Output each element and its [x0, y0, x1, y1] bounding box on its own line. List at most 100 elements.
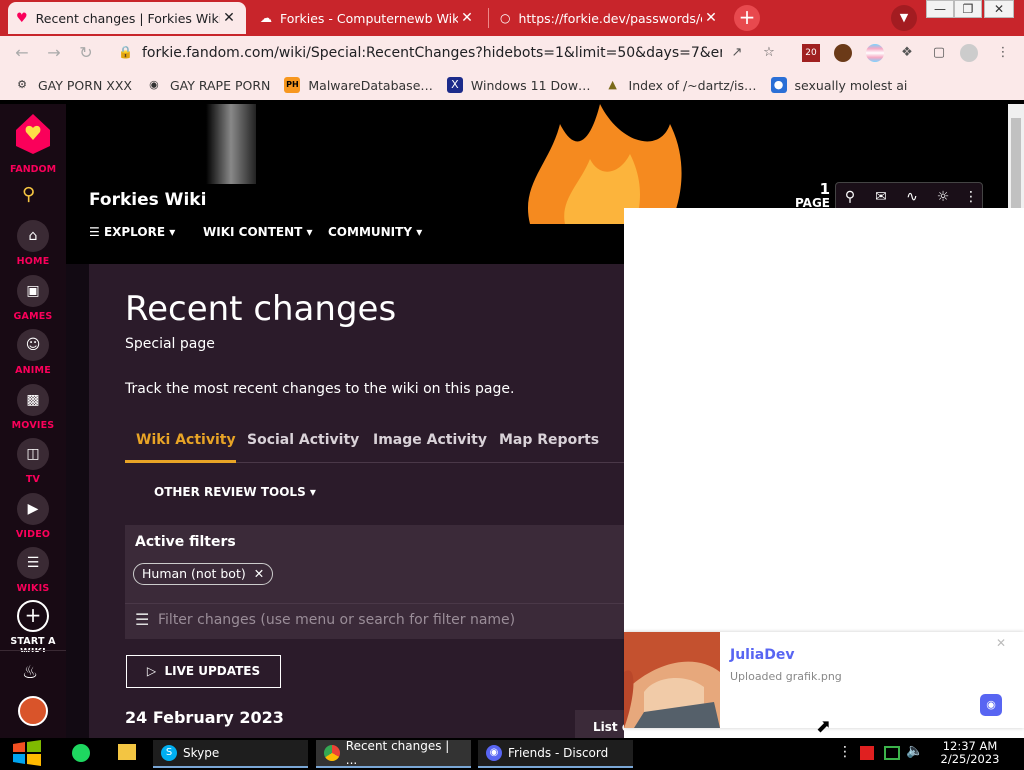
tab-passwords[interactable]: ○ https://forkie.dev/passwords/d ✕: [492, 2, 728, 34]
review-tools-dropdown[interactable]: OTHER REVIEW TOOLS ▾: [154, 485, 316, 499]
nav-label: EXPLORE: [103, 225, 166, 239]
tab-image-activity[interactable]: Image Activity: [373, 432, 487, 448]
extension-avatar-icon[interactable]: [834, 44, 852, 62]
spotify-icon[interactable]: [72, 744, 90, 762]
bookmark-item[interactable]: X Windows 11 Dow…: [446, 77, 591, 93]
discussions-icon[interactable]: ✉: [870, 186, 892, 208]
close-icon[interactable]: ✕: [996, 636, 1006, 650]
rail-item-home[interactable]: ⌂ HOME: [0, 220, 66, 267]
extension-badge: 20: [805, 48, 817, 58]
notification-author: JuliaDev: [730, 647, 795, 663]
live-updates-button[interactable]: ▷ LIVE UPDATES: [126, 655, 281, 688]
active-tab-indicator: [125, 460, 236, 463]
fandom-icon: ♥: [16, 10, 28, 26]
nav-wiki-content[interactable]: WIKI CONTENT ▾: [203, 225, 313, 239]
rail-item-anime[interactable]: ☺ ANIME: [0, 329, 66, 376]
bookmark-item[interactable]: PH MalwareDatabase…: [284, 77, 433, 93]
search-icon[interactable]: ⚲: [22, 184, 35, 205]
close-icon[interactable]: ✕: [220, 10, 238, 26]
volume-icon[interactable]: 🔈: [906, 743, 923, 759]
rail-divider: [0, 650, 66, 651]
ph-icon: PH: [284, 77, 301, 93]
reload-button[interactable]: ↻: [76, 44, 96, 62]
search-icon[interactable]: ⚲: [839, 186, 861, 208]
bookmarks-bar: ⚙ GAY PORN XXX ◉ GAY RAPE PORN PH MalwareDa…: [0, 70, 1024, 100]
rail-item-games[interactable]: ▣ GAMES: [0, 275, 66, 322]
start-button[interactable]: [10, 740, 44, 766]
network-icon[interactable]: [884, 746, 900, 760]
extension-icon[interactable]: 20: [802, 44, 820, 62]
flag-icon[interactable]: [860, 746, 874, 760]
avatar[interactable]: [18, 696, 48, 726]
nav-explore[interactable]: ☰ EXPLORE ▾: [89, 225, 175, 239]
discord-icon: ◉: [486, 745, 502, 761]
bookmark-label: Index of /~dartz/is…: [628, 77, 757, 93]
filter-search-input[interactable]: Filter changes (use menu or search for f…: [158, 612, 515, 628]
home-icon: ⌂: [17, 220, 49, 252]
close-icon[interactable]: ✕: [254, 566, 264, 581]
rail-item-video[interactable]: ▶ VIDEO: [0, 493, 66, 540]
profile-icon[interactable]: [960, 44, 978, 62]
wiki-title[interactable]: Forkies Wiki: [89, 190, 206, 210]
filter-chip[interactable]: Human (not bot) ✕: [133, 563, 274, 585]
forward-button[interactable]: →: [44, 44, 64, 62]
close-icon[interactable]: ✕: [458, 10, 476, 26]
bookmark-item[interactable]: ◉ GAY RAPE PORN: [146, 77, 270, 93]
rail-label: GAMES: [13, 311, 53, 322]
bookmark-label: MalwareDatabase…: [308, 77, 433, 93]
close-icon[interactable]: ✕: [702, 10, 720, 26]
lock-icon[interactable]: 🔒: [118, 45, 133, 59]
minimize-button[interactable]: —: [926, 0, 954, 18]
more-icon[interactable]: ⋮: [960, 186, 982, 208]
notification-message: Uploaded grafik.png: [730, 670, 842, 683]
gear-icon: ⚙: [17, 78, 27, 91]
rail-item-wikis[interactable]: ☰ WIKIS: [0, 547, 66, 594]
fandom-logo[interactable]: [14, 112, 52, 156]
tab-recent-changes[interactable]: ♥ Recent changes | Forkies Wiki ✕: [8, 2, 246, 34]
share-icon[interactable]: ↗: [728, 44, 746, 62]
theme-icon[interactable]: ☼: [932, 186, 954, 208]
tab-computernewb[interactable]: ☁ Forkies - Computernewb Wiki ✕: [252, 2, 484, 34]
x-icon: X: [446, 77, 463, 93]
url-text[interactable]: forkie.fandom.com/wiki/Special:RecentCha…: [142, 43, 722, 63]
tab-wiki-activity[interactable]: Wiki Activity: [136, 432, 236, 448]
gamepad-icon: ▣: [17, 275, 49, 307]
chevron-down-icon: ▾: [306, 225, 313, 239]
tab-map-reports[interactable]: Map Reports: [499, 432, 599, 448]
bookmark-star-icon[interactable]: ☆: [760, 44, 778, 62]
taskbar-label: Friends - Discord: [508, 746, 609, 760]
scrollbar-thumb[interactable]: [1011, 118, 1021, 208]
back-button[interactable]: ←: [12, 44, 32, 62]
bell-icon[interactable]: ♨: [22, 662, 38, 683]
page-description: Track the most recent changes to the wik…: [125, 381, 515, 397]
rail-item-tv[interactable]: ◫ TV: [0, 438, 66, 485]
new-tab-button[interactable]: +: [734, 5, 760, 31]
puzzle-icon[interactable]: ❖: [898, 44, 916, 62]
bookmark-item[interactable]: ▲ Index of /~dartz/is…: [605, 77, 757, 93]
close-window-button[interactable]: ✕: [984, 0, 1014, 18]
taskbar-discord[interactable]: ◉ Friends - Discord: [478, 740, 633, 768]
nav-community[interactable]: COMMUNITY ▾: [328, 225, 422, 239]
system-clock[interactable]: 12:37 AM 2/25/2023: [930, 740, 1010, 766]
tab-title: Forkies - Computernewb Wiki: [280, 10, 458, 26]
fandom-logo-icon: [16, 114, 50, 154]
page-title: Recent changes: [125, 289, 397, 329]
taskbar-chrome[interactable]: Recent changes | ...: [316, 739, 471, 768]
tab-search-button[interactable]: ▼: [891, 5, 917, 31]
bookmark-item[interactable]: ● sexually molest ai: [770, 77, 908, 93]
folder-icon[interactable]: [118, 744, 136, 760]
activity-icon[interactable]: ∿: [901, 186, 923, 208]
bookmark-label: sexually molest ai: [794, 77, 908, 93]
restore-button[interactable]: ❐: [954, 0, 982, 18]
menu-dots-icon[interactable]: ⋮: [994, 44, 1012, 62]
extension-flag-icon[interactable]: [866, 44, 884, 62]
book-icon: ☰: [17, 547, 49, 579]
bookmark-item[interactable]: ⚙ GAY PORN XXX: [14, 77, 132, 93]
more-icon[interactable]: ⋮: [838, 744, 852, 760]
tab-social-activity[interactable]: Social Activity: [247, 432, 359, 448]
sidepanel-icon[interactable]: ▢: [930, 44, 948, 62]
rail-item-start-wiki[interactable]: +START A WIKI: [0, 600, 66, 652]
taskbar-skype[interactable]: S Skype: [153, 740, 308, 768]
hamburger-icon[interactable]: ☰: [135, 610, 149, 629]
rail-item-movies[interactable]: ▩ MOVIES: [0, 384, 66, 431]
